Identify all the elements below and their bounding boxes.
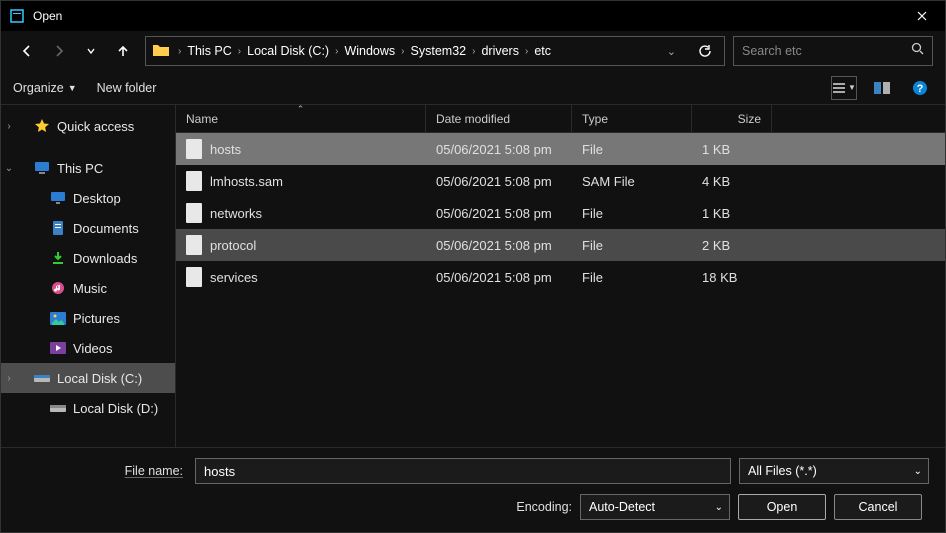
window-title: Open	[33, 9, 899, 23]
tree-item-quick-access[interactable]: ›Quick access	[1, 111, 175, 141]
drive-icon	[49, 402, 67, 414]
column-type[interactable]: Type	[572, 105, 692, 132]
address-bar[interactable]: › This PC › Local Disk (C:) › Windows › …	[145, 36, 725, 66]
title-bar: Open	[1, 1, 945, 31]
close-button[interactable]	[899, 1, 945, 31]
file-icon	[186, 235, 202, 255]
chevron-down-icon: ⌄	[914, 466, 922, 477]
help-button[interactable]: ?	[907, 76, 933, 100]
chevron-down-icon: ▼	[68, 83, 77, 93]
chevron-down-icon: ⌄	[715, 502, 723, 513]
documents-icon	[49, 220, 67, 236]
file-row[interactable]: networks 05/06/2021 5:08 pm File 1 KB	[176, 197, 945, 229]
tree-item-local-d[interactable]: Local Disk (D:)	[1, 393, 175, 423]
breadcrumb[interactable]: etc	[530, 42, 555, 60]
search-icon	[911, 42, 924, 60]
music-icon	[49, 281, 67, 295]
chevron-right-icon: ›	[236, 46, 243, 57]
tree-item-downloads[interactable]: Downloads	[1, 243, 175, 273]
nav-bar: › This PC › Local Disk (C:) › Windows › …	[1, 31, 945, 71]
sort-asc-icon: ⌃	[297, 104, 305, 115]
encoding-select[interactable]: Auto-Detect⌄	[580, 494, 730, 520]
tree-item-pictures[interactable]: Pictures	[1, 303, 175, 333]
tree-item-local-c[interactable]: ›Local Disk (C:)	[1, 363, 175, 393]
view-button[interactable]: ▼	[831, 76, 857, 100]
tree-item-this-pc[interactable]: ⌄This PC	[1, 153, 175, 183]
downloads-icon	[49, 251, 67, 265]
column-headers: Name⌃ Date modified Type Size	[176, 105, 945, 133]
chevron-right-icon: ›	[399, 46, 406, 57]
filename-input[interactable]	[195, 458, 731, 484]
encoding-label: Encoding:	[17, 500, 572, 514]
up-button[interactable]	[109, 37, 137, 65]
column-name[interactable]: Name⌃	[176, 105, 426, 132]
expand-icon: ›	[1, 373, 17, 384]
breadcrumb[interactable]: Windows	[340, 42, 399, 60]
breadcrumb[interactable]: Local Disk (C:)	[243, 42, 333, 60]
videos-icon	[49, 342, 67, 354]
chevron-right-icon: ›	[333, 46, 340, 57]
file-row[interactable]: services 05/06/2021 5:08 pm File 18 KB	[176, 261, 945, 293]
open-button[interactable]: Open	[738, 494, 826, 520]
tree-item-videos[interactable]: Videos	[1, 333, 175, 363]
pc-icon	[33, 161, 51, 175]
chevron-right-icon: ›	[523, 46, 530, 57]
navigation-tree: ›Quick access ⌄This PC Desktop Documents…	[1, 105, 176, 447]
drive-icon	[33, 372, 51, 384]
chevron-down-icon[interactable]: ⌄	[659, 45, 684, 58]
file-row[interactable]: lmhosts.sam 05/06/2021 5:08 pm SAM File …	[176, 165, 945, 197]
new-folder-button[interactable]: New folder	[97, 81, 157, 95]
collapse-icon: ⌄	[1, 163, 17, 174]
expand-icon: ›	[1, 121, 17, 132]
back-button[interactable]	[13, 37, 41, 65]
forward-button[interactable]	[45, 37, 73, 65]
file-icon	[186, 139, 202, 159]
app-icon	[9, 8, 25, 24]
chevron-right-icon: ›	[176, 46, 183, 57]
file-row[interactable]: hosts 05/06/2021 5:08 pm File 1 KB	[176, 133, 945, 165]
star-icon	[33, 118, 51, 134]
refresh-button[interactable]	[690, 37, 720, 65]
cancel-button[interactable]: Cancel	[834, 494, 922, 520]
toolbar: Organize ▼ New folder ▼ ?	[1, 71, 945, 105]
file-icon	[186, 171, 202, 191]
preview-pane-button[interactable]	[869, 76, 895, 100]
column-size[interactable]: Size	[692, 105, 772, 132]
breadcrumb[interactable]: drivers	[477, 42, 523, 60]
file-icon	[186, 203, 202, 223]
tree-item-desktop[interactable]: Desktop	[1, 183, 175, 213]
breadcrumb[interactable]: System32	[407, 42, 471, 60]
file-type-filter[interactable]: All Files (*.*)⌄	[739, 458, 929, 484]
open-dialog: Open › This PC › Local Disk (C:) › Windo…	[0, 0, 946, 533]
pictures-icon	[49, 312, 67, 325]
file-icon	[186, 267, 202, 287]
desktop-icon	[49, 191, 67, 205]
file-row[interactable]: protocol 05/06/2021 5:08 pm File 2 KB	[176, 229, 945, 261]
recent-dropdown[interactable]	[77, 37, 105, 65]
breadcrumb[interactable]: This PC	[183, 42, 235, 60]
column-date[interactable]: Date modified	[426, 105, 572, 132]
organize-button[interactable]: Organize ▼	[13, 81, 77, 95]
file-list: Name⌃ Date modified Type Size hosts 05/0…	[176, 105, 945, 447]
search-input[interactable]: Search etc	[733, 36, 933, 66]
chevron-right-icon: ›	[470, 46, 477, 57]
dialog-footer: File name: All Files (*.*)⌄ Encoding: Au…	[1, 447, 945, 532]
tree-item-documents[interactable]: Documents	[1, 213, 175, 243]
tree-item-music[interactable]: Music	[1, 273, 175, 303]
folder-icon	[152, 42, 170, 60]
search-placeholder: Search etc	[742, 44, 911, 58]
svg-text:?: ?	[917, 83, 924, 95]
filename-label: File name:	[17, 464, 187, 478]
